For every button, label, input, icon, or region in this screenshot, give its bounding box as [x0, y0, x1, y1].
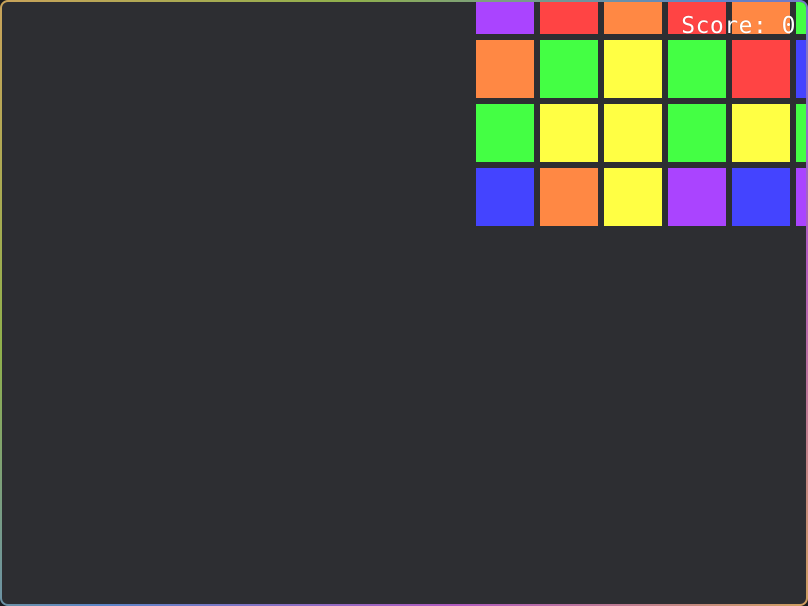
tile-yellow[interactable]: [604, 40, 662, 98]
tile-yellow[interactable]: [604, 104, 662, 162]
tile-red[interactable]: [732, 40, 790, 98]
tile-green[interactable]: [796, 104, 806, 162]
score-display: Score: 0: [681, 13, 796, 39]
tile-orange[interactable]: [604, 2, 662, 34]
tile-purple[interactable]: [796, 168, 806, 226]
tile-green[interactable]: [668, 104, 726, 162]
tile-purple[interactable]: [668, 168, 726, 226]
tile-blue[interactable]: [476, 168, 534, 226]
tile-red[interactable]: [540, 2, 598, 34]
tile-green[interactable]: [796, 2, 806, 34]
tile-green[interactable]: [476, 104, 534, 162]
tile-purple[interactable]: [476, 2, 534, 34]
tile-blue[interactable]: [732, 168, 790, 226]
tile-yellow[interactable]: [732, 104, 790, 162]
tile-green[interactable]: [668, 40, 726, 98]
game-canvas[interactable]: Score: 0: [2, 2, 806, 604]
tile-yellow[interactable]: [604, 168, 662, 226]
tile-orange[interactable]: [540, 168, 598, 226]
tile-yellow[interactable]: [540, 104, 598, 162]
tile-orange[interactable]: [476, 40, 534, 98]
tile-green[interactable]: [540, 40, 598, 98]
window-frame: Score: 0: [0, 0, 808, 606]
tile-blue[interactable]: [796, 40, 806, 98]
